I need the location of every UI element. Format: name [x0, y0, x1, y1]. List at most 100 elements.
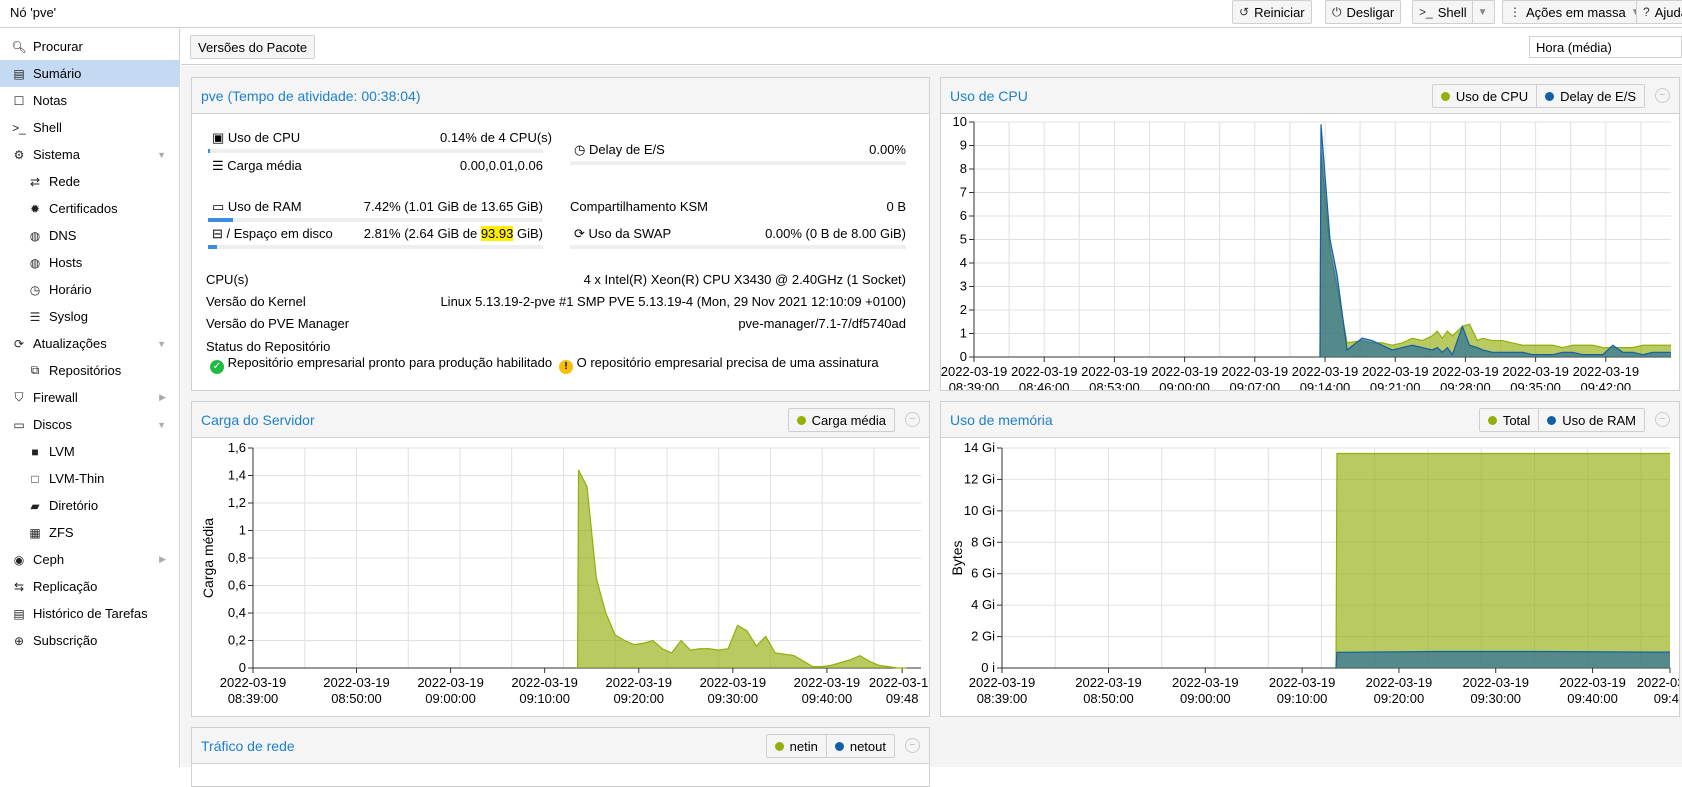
sidebar-item-lvm[interactable]: ■ LVM: [0, 438, 180, 465]
shell-button[interactable]: >_ Shell ▼: [1412, 0, 1495, 24]
sidebar-item-certificados[interactable]: ✹ Certificados: [0, 195, 180, 222]
collapse-icon[interactable]: −: [1655, 412, 1670, 427]
pve-manager-value: pve-manager/7.1-7/df5740ad: [738, 316, 906, 331]
y-tick-label: 1,4: [228, 468, 246, 483]
x-tick-label: 09:20:00: [613, 691, 664, 706]
series-area: [1336, 453, 1670, 668]
x-tick-label: 09:48: [1654, 691, 1679, 706]
sidebar-item-zfs[interactable]: ▦ ZFS: [0, 519, 180, 546]
sidebar-item-sumario[interactable]: ▤ Sumário: [0, 60, 180, 87]
legend-item-cpu[interactable]: Uso de CPU: [1433, 85, 1536, 107]
y-tick-label: 6: [960, 208, 967, 223]
x-tick-label: 09:30:00: [708, 691, 759, 706]
load-average-label: ☰ Carga média: [212, 158, 302, 174]
legend-item-iodelay[interactable]: Delay de E/S: [1536, 85, 1644, 107]
help-button[interactable]: ? Ajuda: [1636, 0, 1682, 24]
y-tick-label: 1,6: [228, 440, 246, 455]
legend-item-ram[interactable]: Uso de RAM: [1538, 409, 1644, 431]
shutdown-label: Desligar: [1346, 4, 1395, 20]
load-chart-legend: Carga média: [787, 408, 895, 432]
chevron-right-icon[interactable]: ▶: [159, 392, 166, 403]
legend-item-load[interactable]: Carga média: [789, 409, 894, 431]
chevron-down-icon[interactable]: ▼: [157, 150, 166, 160]
sidebar-item-label: Repositórios: [49, 363, 122, 378]
sidebar-item-ceph[interactable]: ◉ Ceph ▶: [0, 546, 180, 573]
sidebar-item-replicacao[interactable]: ⇆ Replicação: [0, 573, 180, 600]
sidebar-item-subscricao[interactable]: ⊕ Subscrição: [0, 627, 180, 654]
series-area: [1319, 124, 1671, 357]
network-chart-panel: Tráfico de rede netin netout −: [191, 727, 930, 787]
io-delay-label-text: Delay de E/S: [588, 142, 665, 157]
reboot-label: Reiniciar: [1254, 4, 1305, 20]
sidebar-item-historico[interactable]: ▤ Histórico de Tarefas: [0, 600, 180, 627]
bulk-actions-button[interactable]: ⋮ Ações em massa ▼: [1502, 0, 1648, 24]
ceph-icon: ◉: [13, 552, 25, 567]
sidebar-item-sistema[interactable]: ⚙ Sistema ▼: [0, 141, 180, 168]
sidebar-item-syslog[interactable]: ☰ Syslog: [0, 303, 180, 330]
content-toolbar: Versões do Pacote Hora (média): [181, 29, 1682, 65]
y-tick-label: 0,4: [228, 605, 246, 620]
x-tick-label: 2022-03-19: [1269, 675, 1336, 690]
sidebar-item-firewall[interactable]: ⛉ Firewall ▶: [0, 384, 180, 411]
sidebar-item-shell[interactable]: >_ Shell: [0, 114, 180, 141]
sidebar-item-label: Procurar: [33, 39, 83, 54]
x-tick-label: 09:20:00: [1374, 691, 1425, 706]
x-tick-label: 2022-03-19: [1462, 675, 1529, 690]
sidebar-item-rede[interactable]: ⇄ Rede: [0, 168, 180, 195]
legend-dot: [1545, 91, 1555, 101]
sidebar-item-procurar[interactable]: 🔍︎ Procurar: [0, 33, 180, 60]
legend-item-total[interactable]: Total: [1480, 409, 1538, 431]
book-icon: ▤: [13, 66, 25, 81]
sidebar-item-atualizacoes[interactable]: ⟳ Atualizações ▼: [0, 330, 180, 357]
collapse-icon[interactable]: −: [905, 412, 920, 427]
repo-warn-text: O repositório empresarial precisa de uma…: [576, 355, 879, 370]
sidebar-item-repositorios[interactable]: ⧉ Repositórios: [0, 357, 180, 384]
sidebar-item-dns[interactable]: ◍ DNS: [0, 222, 180, 249]
legend-dot: [796, 415, 806, 425]
sidebar-item-label: Discos: [33, 417, 73, 432]
cpu-chart-header: Uso de CPU Uso de CPU Delay de E/S −: [941, 78, 1679, 114]
sidebar-item-label: Shell: [33, 120, 62, 135]
top-bar: Nó 'pve' ↺ Reiniciar ⏻ Desligar >_ Shell…: [0, 0, 1682, 28]
x-tick-label: 08:39:00: [949, 380, 1000, 390]
collapse-icon[interactable]: −: [905, 738, 920, 753]
sidebar-item-label: Firewall: [33, 390, 78, 405]
series-line: [1319, 124, 1671, 358]
collapse-icon[interactable]: −: [1655, 88, 1670, 103]
cpu-chart-title: Uso de CPU: [950, 88, 1028, 104]
sidebar-item-notas[interactable]: ☐ Notas: [0, 87, 180, 114]
legend-item-netin[interactable]: netin: [767, 735, 826, 757]
sidebar-item-lvm-thin[interactable]: □ LVM-Thin: [0, 465, 180, 492]
load-chart-panel: Carga do Servidor Carga média − 0 0,2 0,4 0…: [191, 401, 930, 717]
timeframe-select[interactable]: Hora (média): [1529, 36, 1682, 58]
reboot-button[interactable]: ↺ Reiniciar: [1232, 0, 1312, 24]
legend-dot: [774, 741, 784, 751]
retweet-icon: ⇆: [13, 579, 25, 594]
sidebar-item-diretorio[interactable]: ▰ Diretório: [0, 492, 180, 519]
y-axis-label: Bytes: [949, 540, 965, 575]
package-versions-button[interactable]: Versões do Pacote: [190, 35, 316, 59]
y-tick-label: 0,2: [228, 633, 246, 648]
sidebar-item-horario[interactable]: ◷ Horário: [0, 276, 180, 303]
cpu-chart-panel: Uso de CPU Uso de CPU Delay de E/S − 0 1 2…: [940, 77, 1680, 391]
chevron-down-icon[interactable]: ▼: [157, 420, 166, 430]
chevron-right-icon[interactable]: ▶: [159, 554, 166, 565]
disk-usage-bar: [208, 245, 543, 249]
x-tick-label: 08:39:00: [228, 691, 279, 706]
sidebar-item-hosts[interactable]: ◍ Hosts: [0, 249, 180, 276]
help-icon: ?: [1643, 5, 1650, 19]
y-tick-label: 9: [960, 138, 967, 153]
memory-chart-panel: Uso de memória Total Uso de RAM − 0 i 2 G…: [940, 401, 1680, 717]
exchange-icon: ⇄: [29, 174, 41, 189]
chevron-down-icon[interactable]: ▼: [157, 339, 166, 349]
y-tick-label: 8: [960, 161, 967, 176]
series-line: [1319, 152, 1671, 358]
sidebar-item-discos[interactable]: ▭ Discos ▼: [0, 411, 180, 438]
x-tick-label: 2022-03-19: [1432, 364, 1499, 379]
list-icon: ☰: [29, 309, 41, 324]
chevron-down-icon[interactable]: ▼: [1471, 1, 1488, 23]
shutdown-button[interactable]: ⏻ Desligar: [1325, 0, 1402, 24]
legend-item-netout[interactable]: netout: [825, 735, 894, 757]
x-tick-label: 09:48: [886, 691, 919, 706]
x-tick-label: 09:30:00: [1470, 691, 1521, 706]
